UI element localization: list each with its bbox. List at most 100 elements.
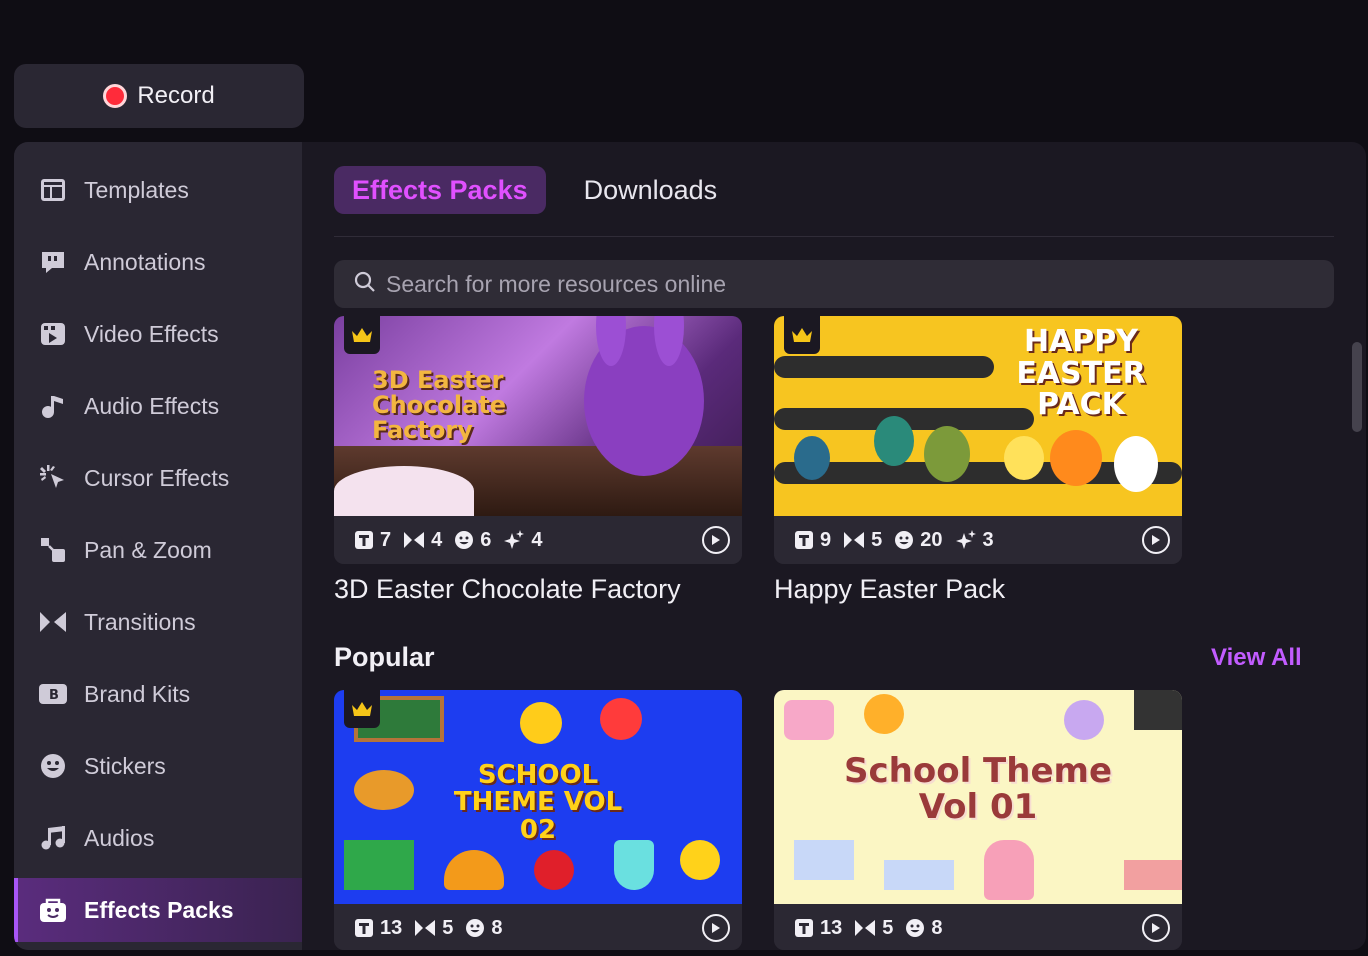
pack-card[interactable]: HAPPY EASTER PACK 9 5 20 3 <box>774 316 1182 564</box>
pack-thumbnail: SCHOOL THEME VOL 02 <box>334 690 742 904</box>
transitions-count: 5 <box>843 529 882 552</box>
pack-thumbnail: School Theme Vol 01 <box>774 690 1182 904</box>
sticker-icon <box>906 919 925 937</box>
scrollbar[interactable] <box>1352 342 1362 432</box>
transitions-icon <box>38 607 68 637</box>
effects-count: 3 <box>955 529 994 552</box>
transition-icon <box>855 920 876 936</box>
video-effects-icon <box>38 319 68 349</box>
audios-icon <box>38 823 68 853</box>
sidebar-item-brand-kits[interactable]: B Brand Kits <box>14 662 302 726</box>
pack-stats: 9 5 20 3 <box>774 516 1182 564</box>
play-preview-button[interactable] <box>1142 914 1170 942</box>
view-all-link[interactable]: View All <box>1211 644 1302 672</box>
sidebar-item-audio-effects[interactable]: Audio Effects <box>14 374 302 438</box>
templates-count: 9 <box>794 529 831 552</box>
transition-icon <box>844 532 865 548</box>
main-panel: Templates Annotations Video Effects Audi… <box>14 142 1366 950</box>
templates-icon <box>38 175 68 205</box>
tab-downloads[interactable]: Downloads <box>566 166 736 214</box>
sidebar-item-label: Cursor Effects <box>84 464 230 491</box>
play-preview-button[interactable] <box>1142 526 1170 554</box>
sidebar-item-label: Audio Effects <box>84 392 220 419</box>
pack-stats: 13 5 8 <box>774 904 1182 950</box>
sticker-icon <box>455 531 474 549</box>
tab-bar: Effects Packs Downloads <box>334 166 735 214</box>
search-input[interactable] <box>386 270 1286 298</box>
svg-text:B: B <box>49 688 59 703</box>
play-preview-button[interactable] <box>702 914 730 942</box>
sidebar-item-cursor-effects[interactable]: Cursor Effects <box>14 446 302 510</box>
cursor-effects-icon <box>38 463 68 493</box>
brand-kits-icon: B <box>38 679 68 709</box>
transition-icon <box>404 532 425 548</box>
transitions-count: 4 <box>403 529 442 552</box>
pack-stats: 13 5 8 <box>334 904 742 950</box>
sidebar-item-stickers[interactable]: Stickers <box>14 734 302 798</box>
search-bar[interactable] <box>334 260 1334 308</box>
stickers-count: 20 <box>894 529 943 552</box>
pan-zoom-icon <box>38 535 68 565</box>
sidebar-item-templates[interactable]: Templates <box>14 158 302 222</box>
text-template-icon <box>355 531 373 549</box>
text-template-icon <box>355 919 373 937</box>
effects-packs-icon <box>38 895 68 925</box>
pack-thumbnail-text: SCHOOL THEME VOL 02 <box>453 760 623 845</box>
stickers-count: 8 <box>905 917 943 940</box>
templates-count: 7 <box>354 529 391 552</box>
sidebar-item-label: Video Effects <box>84 320 219 347</box>
sparkle-icon <box>504 530 525 549</box>
sidebar-item-annotations[interactable]: Annotations <box>14 230 302 294</box>
pack-card[interactable]: School Theme Vol 01 13 5 8 <box>774 690 1182 950</box>
pack-thumbnail-text: HAPPY EASTER PACK <box>1016 324 1146 422</box>
section-title-popular: Popular <box>334 642 435 672</box>
transition-icon <box>415 920 436 936</box>
sidebar-item-label: Pan & Zoom <box>84 536 212 563</box>
transitions-count: 5 <box>854 917 893 940</box>
content-area: 3D Easter Chocolate Factory 7 4 6 4 3D E… <box>334 316 1344 950</box>
text-template-icon <box>795 919 813 937</box>
sticker-icon <box>466 919 485 937</box>
pack-card[interactable]: SCHOOL THEME VOL 02 13 5 8 <box>334 690 742 950</box>
sidebar-item-label: Annotations <box>84 248 206 275</box>
premium-crown-icon <box>344 316 380 354</box>
pack-stats: 7 4 6 4 <box>334 516 742 564</box>
text-template-icon <box>795 531 813 549</box>
effects-count: 4 <box>503 529 543 552</box>
record-icon <box>103 84 128 108</box>
record-label: Record <box>137 82 215 109</box>
record-button[interactable]: Record <box>14 64 304 128</box>
sidebar-item-label: Transitions <box>84 608 196 635</box>
sidebar-item-label: Templates <box>84 176 189 203</box>
templates-count: 13 <box>354 917 402 940</box>
pack-thumbnail: 3D Easter Chocolate Factory <box>334 316 742 516</box>
stickers-count: 6 <box>454 529 491 552</box>
audio-effects-icon <box>38 391 68 421</box>
pack-title[interactable]: 3D Easter Chocolate Factory <box>334 574 681 605</box>
sidebar-item-audios[interactable]: Audios <box>14 806 302 870</box>
pack-card[interactable]: 3D Easter Chocolate Factory 7 4 6 4 <box>334 316 742 564</box>
sidebar-item-transitions[interactable]: Transitions <box>14 590 302 654</box>
annotations-icon <box>38 247 68 277</box>
premium-crown-icon <box>784 316 820 354</box>
sidebar: Templates Annotations Video Effects Audi… <box>14 142 302 950</box>
sidebar-item-video-effects[interactable]: Video Effects <box>14 302 302 366</box>
play-preview-button[interactable] <box>702 526 730 554</box>
divider <box>334 236 1334 237</box>
tab-effects-packs[interactable]: Effects Packs <box>334 166 546 214</box>
sidebar-item-label: Brand Kits <box>84 680 191 707</box>
search-icon <box>354 271 376 298</box>
sticker-icon <box>895 531 914 549</box>
sidebar-item-label: Stickers <box>84 752 166 779</box>
pack-thumbnail-text: 3D Easter Chocolate Factory <box>372 366 507 445</box>
pack-title[interactable]: Happy Easter Pack <box>774 574 1005 605</box>
pack-thumbnail-text: School Theme Vol 01 <box>844 751 1112 827</box>
templates-count: 13 <box>794 917 842 940</box>
sidebar-item-pan-zoom[interactable]: Pan & Zoom <box>14 518 302 582</box>
premium-crown-icon <box>344 690 380 728</box>
sparkle-icon <box>955 530 976 549</box>
pack-thumbnail: HAPPY EASTER PACK <box>774 316 1182 516</box>
transitions-count: 5 <box>414 917 453 940</box>
sidebar-item-label: Effects Packs <box>84 896 234 923</box>
sidebar-item-effects-packs[interactable]: Effects Packs <box>14 878 302 942</box>
